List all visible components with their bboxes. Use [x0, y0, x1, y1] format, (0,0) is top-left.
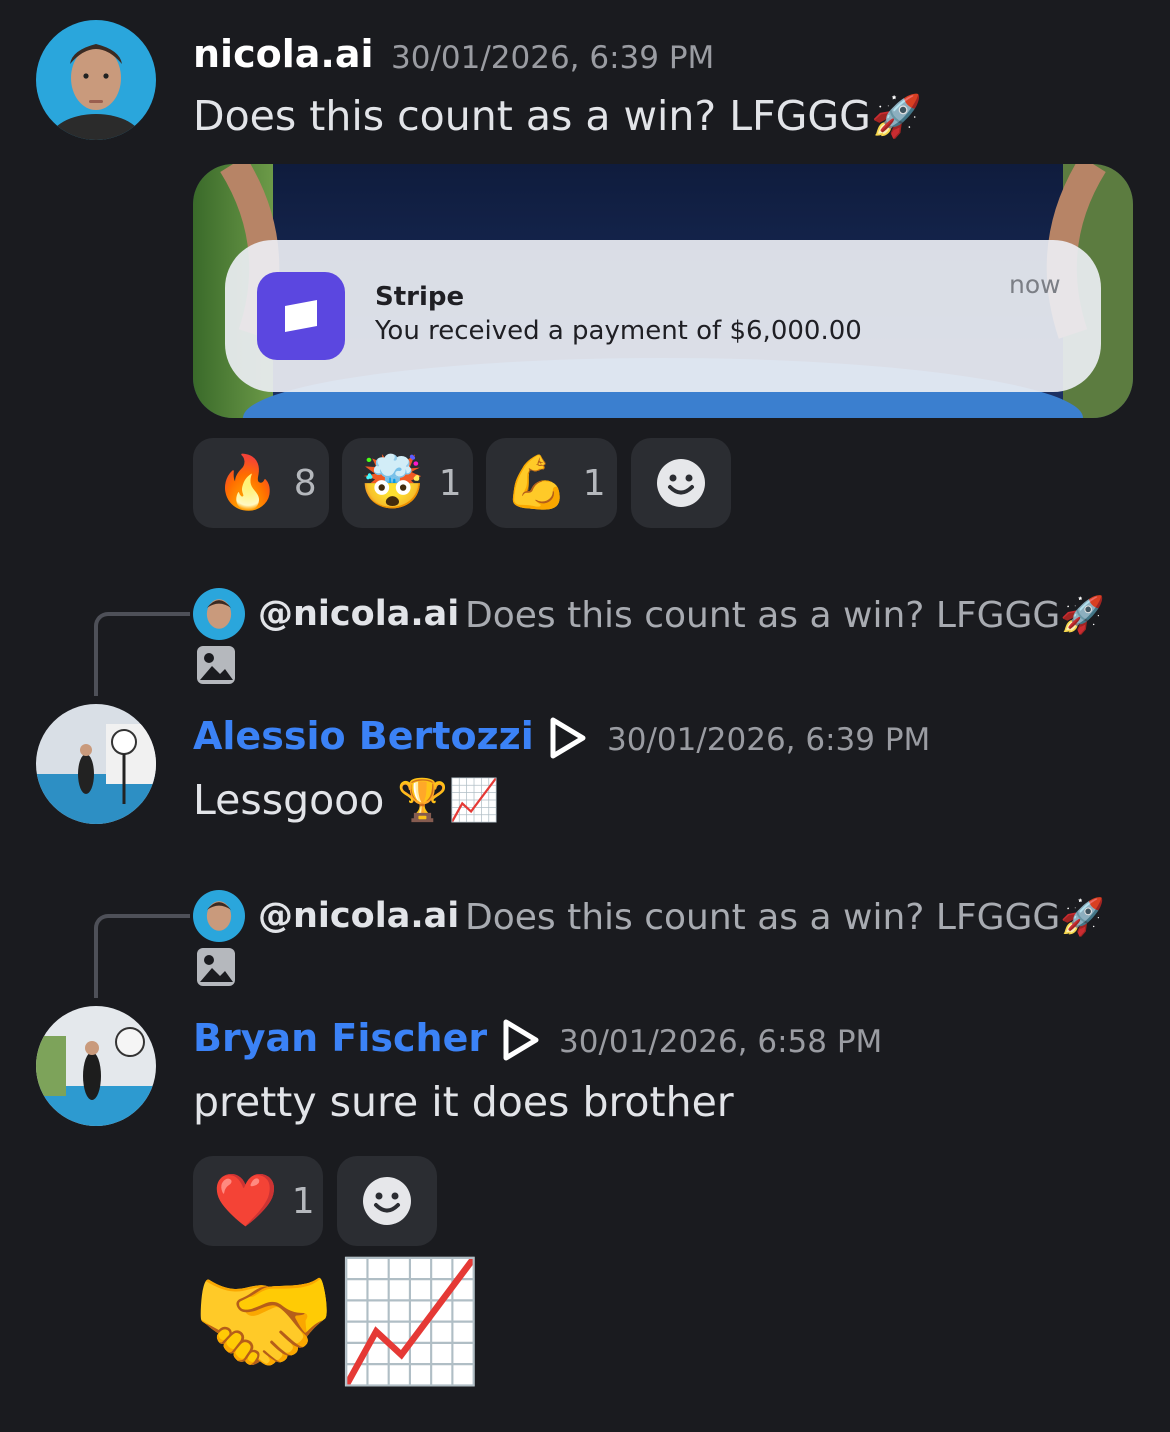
reaction-mind-blown[interactable]: 🤯 1 — [342, 438, 473, 528]
play-badge-icon — [543, 714, 591, 766]
notification-app-name: Stripe — [375, 282, 465, 312]
trophy-chart-emoji: 🏆📈 — [397, 776, 500, 824]
notification-body: You received a payment of $6,000.00 — [375, 316, 862, 346]
author-name[interactable]: nicola.ai — [193, 32, 373, 76]
message-text: pretty sure it does brother — [193, 1078, 734, 1126]
smiley-add-icon — [363, 1177, 411, 1225]
message-text-content: Lessgooo — [193, 776, 385, 824]
author-name[interactable]: Bryan Fischer — [193, 1016, 487, 1060]
avatar-alessio[interactable] — [36, 704, 156, 824]
author-name[interactable]: Alessio Bertozzi — [193, 714, 534, 758]
rocket-emoji: 🚀 — [1060, 595, 1106, 636]
rocket-emoji: 🚀 — [1060, 897, 1106, 938]
reply-connector — [94, 914, 190, 998]
fire-emoji: 🔥 — [215, 453, 280, 513]
reply-avatar — [193, 890, 245, 942]
message-timestamp: 30/01/2026, 6:58 PM — [559, 1024, 883, 1060]
message-timestamp: 30/01/2026, 6:39 PM — [391, 40, 715, 76]
image-attachment[interactable]: Stripe You received a payment of $6,000.… — [193, 164, 1133, 418]
heart-emoji: ❤️ — [213, 1171, 278, 1231]
add-reaction-button[interactable] — [337, 1156, 437, 1246]
stripe-notification: Stripe You received a payment of $6,000.… — [225, 240, 1101, 392]
play-badge-icon — [496, 1016, 544, 1068]
emoji-only-message: 🤝📈 — [190, 1252, 484, 1390]
reaction-count: 1 — [582, 462, 606, 504]
reply-preview[interactable]: Does this count as a win? LFGGG🚀 — [465, 896, 1105, 938]
add-reaction-button[interactable] — [631, 438, 731, 528]
reply-connector — [94, 612, 190, 696]
avatar-nicola[interactable] — [36, 20, 156, 140]
rocket-emoji: 🚀 — [870, 92, 923, 140]
reply-preview-text: Does this count as a win? LFGGG — [465, 595, 1061, 636]
reaction-count: 1 — [438, 462, 462, 504]
reaction-count: 1 — [291, 1180, 315, 1222]
image-placeholder-icon — [195, 644, 237, 690]
smiley-add-icon — [657, 459, 705, 507]
reply-mention[interactable]: @nicola.ai — [258, 896, 459, 936]
message-text: Lessgooo 🏆📈 — [193, 776, 500, 825]
notification-time: now — [1009, 270, 1061, 299]
message-text-content: Does this count as a win? LFGGG — [193, 92, 871, 140]
mind-blown-emoji: 🤯 — [360, 453, 425, 513]
avatar-bryan[interactable] — [36, 1006, 156, 1126]
muscle-emoji: 💪 — [504, 453, 569, 513]
image-placeholder-icon — [195, 946, 237, 992]
message-text: Does this count as a win? LFGGG🚀 — [193, 92, 922, 141]
reply-preview[interactable]: Does this count as a win? LFGGG🚀 — [465, 594, 1105, 636]
reaction-muscle[interactable]: 💪 1 — [486, 438, 617, 528]
reply-mention[interactable]: @nicola.ai — [258, 594, 459, 634]
stripe-logo-icon — [257, 272, 345, 360]
reply-preview-text: Does this count as a win? LFGGG — [465, 897, 1061, 938]
reaction-fire[interactable]: 🔥 8 — [193, 438, 329, 528]
message-timestamp: 30/01/2026, 6:39 PM — [607, 722, 931, 758]
reaction-heart[interactable]: ❤️ 1 — [193, 1156, 323, 1246]
reply-avatar — [193, 588, 245, 640]
reaction-count: 8 — [293, 462, 317, 504]
